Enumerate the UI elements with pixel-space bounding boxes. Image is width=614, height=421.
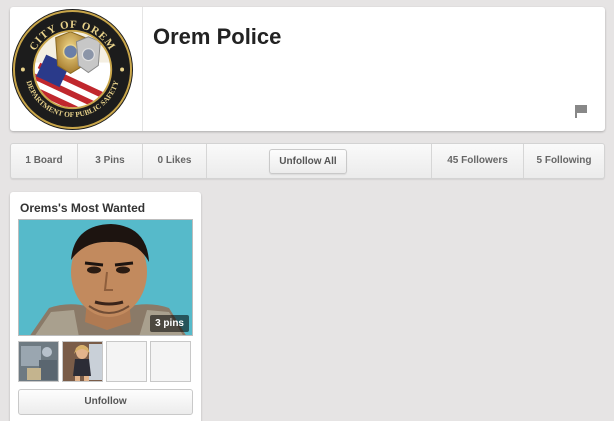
avatar-container: CITY OF OREM DEPARTMENT OF PUBLIC SAFETY bbox=[10, 7, 143, 131]
board-card: Orems's Most Wanted 3 pins Unfollow bbox=[10, 192, 201, 421]
followers-count[interactable]: 45 Followers bbox=[431, 144, 523, 178]
profile-name: Orem Police bbox=[153, 24, 282, 49]
board-thumbnail-1[interactable] bbox=[18, 341, 59, 382]
stats-bar: 1 Board 3 Pins 0 Likes Unfollow All 45 F… bbox=[10, 143, 605, 179]
board-thumbnail-2[interactable] bbox=[62, 341, 103, 382]
pin-count-badge: 3 pins bbox=[150, 315, 189, 332]
followers-count-label: 45 Followers bbox=[447, 155, 508, 166]
unfollow-board-button[interactable]: Unfollow bbox=[18, 389, 193, 415]
pins-count-label: 3 Pins bbox=[95, 155, 125, 166]
following-count-label: 5 Following bbox=[536, 155, 592, 166]
flag-icon[interactable] bbox=[574, 104, 588, 118]
board-title[interactable]: Orems's Most Wanted bbox=[20, 201, 145, 215]
boards-count-label: 1 Board bbox=[25, 155, 63, 166]
board-cover-image[interactable]: 3 pins bbox=[18, 219, 193, 336]
likes-count[interactable]: 0 Likes bbox=[143, 144, 207, 178]
pins-count[interactable]: 3 Pins bbox=[78, 144, 143, 178]
likes-count-label: 0 Likes bbox=[157, 155, 192, 166]
avatar: CITY OF OREM DEPARTMENT OF PUBLIC SAFETY bbox=[11, 8, 134, 131]
profile-header: CITY OF OREM DEPARTMENT OF PUBLIC SAFETY… bbox=[10, 7, 605, 131]
following-count[interactable]: 5 Following bbox=[523, 144, 604, 178]
boards-count[interactable]: 1 Board bbox=[11, 144, 78, 178]
board-thumbnail-4[interactable] bbox=[150, 341, 191, 382]
board-thumbnail-3[interactable] bbox=[106, 341, 147, 382]
unfollow-all-button[interactable]: Unfollow All bbox=[269, 149, 347, 174]
